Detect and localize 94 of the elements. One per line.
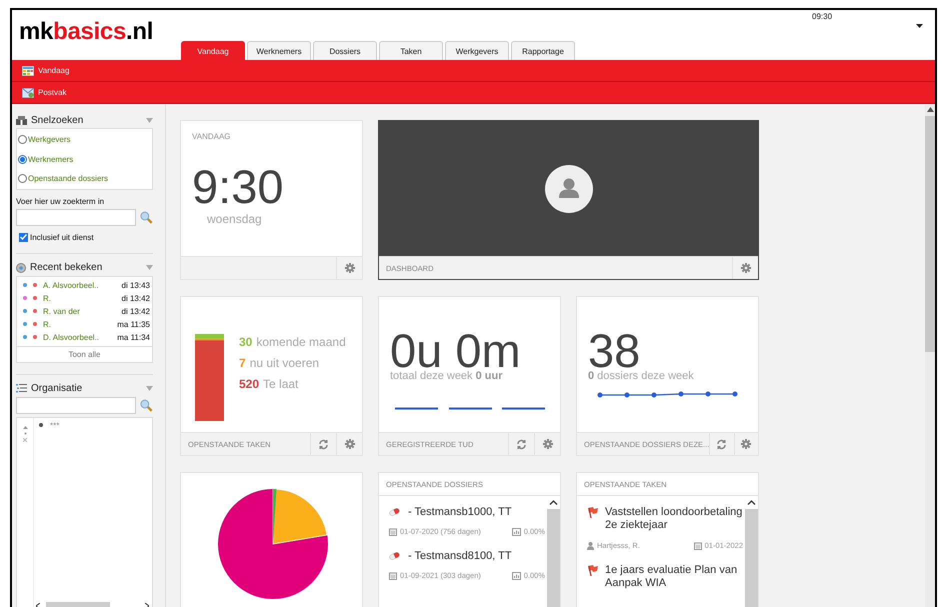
chart-icon bbox=[512, 572, 521, 580]
search-icon[interactable] bbox=[140, 398, 153, 412]
radio-button[interactable] bbox=[18, 174, 27, 184]
collapse-icon[interactable] bbox=[146, 118, 153, 122]
logo: mkbasics.nl bbox=[19, 18, 154, 46]
current-time: 9:30 bbox=[192, 163, 284, 210]
recent-item[interactable]: R. bbox=[43, 294, 116, 302]
recent-item[interactable]: D. Alsvoorbeel.. bbox=[43, 332, 112, 342]
stat-label: nu uit voeren bbox=[250, 356, 320, 370]
checkbox-label[interactable]: Inclusief uit dienst bbox=[30, 232, 94, 242]
settings-icon bbox=[344, 439, 354, 449]
calendar-icon bbox=[389, 572, 397, 580]
recent-item[interactable]: R. van der bbox=[43, 306, 116, 316]
recent-time: di 13:42 bbox=[122, 294, 150, 302]
panel-title: Recent bekeken bbox=[30, 262, 104, 273]
refresh-icon bbox=[516, 438, 527, 450]
status-dot bbox=[33, 283, 37, 287]
tab[interactable]: Rapportage bbox=[511, 41, 575, 60]
binoculars-icon bbox=[16, 116, 27, 124]
task-title[interactable]: 1e jaars evaluatie Plan van Aanpak WIA bbox=[605, 564, 745, 590]
recent-item[interactable]: A. Alsvoorbeel.. bbox=[43, 280, 116, 290]
status-dot bbox=[33, 335, 37, 339]
settings-icon bbox=[344, 263, 354, 273]
tree-item[interactable]: *** bbox=[50, 420, 60, 430]
scroll-up-icon[interactable] bbox=[926, 107, 934, 112]
pill-icon bbox=[389, 508, 400, 516]
scrollbar[interactable] bbox=[925, 104, 935, 607]
avatar-icon bbox=[544, 164, 592, 212]
radio-button[interactable] bbox=[18, 135, 27, 144]
recent-time: di 13:42 bbox=[122, 306, 150, 316]
calendar-icon bbox=[22, 66, 34, 76]
refresh-icon bbox=[716, 438, 728, 450]
recent-time: di 13:43 bbox=[122, 280, 150, 290]
search-label: Voer hier uw zoekterm in bbox=[16, 196, 106, 206]
weekday-label: woensdag bbox=[207, 212, 262, 226]
scroll-up-icon[interactable] bbox=[547, 496, 560, 509]
pill-icon bbox=[389, 552, 400, 560]
stat-label: Te laat bbox=[263, 377, 298, 391]
search-field[interactable] bbox=[16, 208, 136, 226]
collapse-icon[interactable] bbox=[146, 265, 153, 270]
option-label[interactable]: Openstaande dossiers bbox=[28, 174, 108, 184]
status-dot bbox=[33, 309, 37, 313]
status-dot bbox=[33, 296, 37, 300]
panel-title: Snelzoeken bbox=[31, 114, 84, 126]
recent-item[interactable]: R. bbox=[43, 320, 112, 328]
stat-label: komende maand bbox=[256, 335, 346, 349]
person-icon bbox=[587, 542, 594, 550]
option-label[interactable]: Werkgevers bbox=[28, 135, 71, 144]
panel-title: Organisatie bbox=[31, 383, 84, 394]
tab[interactable]: Werknemers bbox=[247, 41, 311, 60]
settings-icon bbox=[741, 439, 752, 449]
search-icon[interactable] bbox=[140, 210, 153, 224]
flag-icon bbox=[587, 565, 599, 576]
settings-icon bbox=[740, 263, 750, 273]
flag-icon bbox=[587, 507, 599, 518]
chart-icon bbox=[512, 528, 521, 536]
card-title: VANDAAG bbox=[192, 132, 231, 141]
recent-time: ma 11:35 bbox=[117, 320, 150, 328]
settings-icon bbox=[542, 439, 552, 449]
scroll-up-icon[interactable] bbox=[745, 496, 758, 509]
refresh-icon bbox=[318, 438, 329, 450]
scrollbar[interactable] bbox=[745, 496, 758, 607]
clock-time: 09:30 bbox=[812, 12, 832, 21]
menu-item[interactable]: Postvak bbox=[38, 88, 66, 97]
tab[interactable]: Dossiers bbox=[313, 41, 377, 60]
tab[interactable]: Vandaag bbox=[181, 41, 245, 60]
stat-count: 7 bbox=[239, 356, 246, 370]
tab[interactable]: Taken bbox=[379, 41, 443, 60]
file-name[interactable]: - Testmansd8100, TT bbox=[408, 550, 512, 562]
calendar-icon bbox=[694, 542, 702, 550]
task-title[interactable]: Vaststellen loondoorbetaling 2e ziektejaar bbox=[605, 506, 745, 532]
status-dot bbox=[33, 322, 37, 326]
tree-bullet-icon bbox=[39, 423, 43, 427]
stat-count: 520 bbox=[239, 377, 260, 391]
option-label[interactable]: Werknemers bbox=[28, 154, 74, 164]
disc-icon bbox=[16, 262, 26, 272]
show-all-link[interactable]: Toon alle bbox=[17, 346, 152, 362]
scrollbar[interactable] bbox=[547, 496, 560, 607]
search-field[interactable] bbox=[16, 396, 136, 414]
close-icon[interactable] bbox=[23, 438, 27, 442]
expand-up-icon[interactable] bbox=[22, 426, 28, 428]
checkbox[interactable] bbox=[19, 232, 28, 242]
recent-time: ma 11:34 bbox=[117, 332, 150, 342]
calendar-icon bbox=[389, 528, 397, 536]
file-name[interactable]: - Testmansb1000, TT bbox=[408, 506, 512, 518]
dot-icon[interactable] bbox=[24, 432, 26, 434]
menu-item[interactable]: Vandaag bbox=[38, 66, 70, 75]
tab[interactable]: Werkgevers bbox=[445, 41, 509, 60]
dropdown-icon[interactable] bbox=[916, 24, 923, 28]
list-icon bbox=[16, 384, 27, 393]
stat-count: 30 bbox=[239, 335, 252, 349]
collapse-icon[interactable] bbox=[146, 386, 153, 391]
radio-button[interactable] bbox=[18, 154, 27, 164]
mail-icon bbox=[22, 88, 34, 98]
